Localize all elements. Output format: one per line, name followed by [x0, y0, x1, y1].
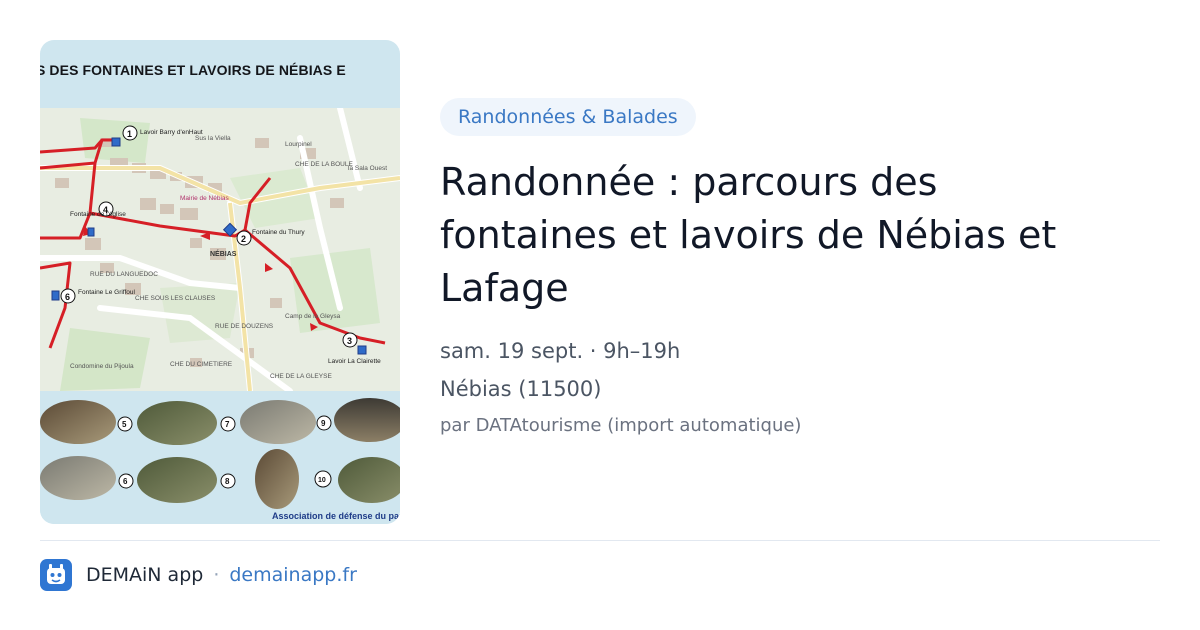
place-label: Mairie de Nébias — [180, 195, 230, 202]
app-logo-icon — [40, 559, 72, 591]
stop-label: Lavoir La Clairette — [328, 358, 381, 365]
event-location: Nébias (11500) — [440, 377, 602, 401]
footer: DEMAiN app · demainapp.fr — [40, 558, 357, 592]
street-label: CHE DE LA BOULE — [295, 161, 353, 168]
photo-number: 6 — [123, 477, 128, 486]
stop-label: Fontaine de l'église — [70, 211, 126, 218]
place-label: Sus la Viella — [195, 135, 231, 142]
photo — [137, 457, 217, 503]
stop-number: 3 — [347, 336, 352, 346]
association-credit: Association de défense du pat — [272, 511, 400, 521]
street-label: RUE DU LANGUEDOC — [90, 271, 158, 278]
street-label: RUE DE DOUZENS — [215, 323, 274, 330]
place-label: Lourpinel — [285, 141, 312, 148]
photo — [255, 449, 299, 509]
street-label: CHE SOUS LES CLAUSES — [135, 295, 216, 302]
photo — [40, 456, 116, 500]
photo — [338, 457, 400, 503]
street-label: CHE DE LA GLEYSE — [270, 373, 332, 380]
photo-number: 5 — [122, 420, 127, 429]
app-name: DEMAiN app — [86, 564, 204, 586]
event-author: par DATAtourisme (import automatique) — [440, 415, 802, 436]
stop-number: 2 — [241, 234, 246, 244]
stop-number: 6 — [65, 292, 70, 302]
photo — [40, 400, 116, 444]
photo-number: 8 — [225, 477, 230, 486]
place-label: Condomine du Pijoula — [70, 363, 134, 370]
app-domain-link[interactable]: demainapp.fr — [229, 564, 357, 586]
place-label: la Sala Ouest — [348, 165, 387, 172]
street-label: CHE DU CIMETIERE — [170, 361, 233, 368]
town-label: NÉBIAS — [210, 249, 237, 258]
stop-number: 1 — [127, 129, 132, 139]
route-map: 1 2 3 4 6 Lavoir Barry d'enHaut Fontaine… — [40, 108, 400, 391]
event-date: sam. 19 sept. · 9h–19h — [440, 339, 681, 363]
photo-number: 9 — [321, 419, 326, 428]
event-image[interactable]: S DES FONTAINES ET LAVOIRS DE NÉBIAS E 1… — [40, 40, 400, 524]
footer-separator: · — [213, 564, 220, 586]
place-label: Camp de la Gleysa — [285, 313, 341, 320]
footer-divider — [40, 540, 1160, 541]
photo — [240, 400, 316, 444]
photo-number: 7 — [225, 420, 230, 429]
stop-label: Fontaine du Thury — [252, 229, 305, 236]
photo-number: 10 — [318, 477, 326, 484]
event-title[interactable]: Randonnée : parcours des fontaines et la… — [440, 156, 1120, 315]
stop-label: Fontaine Le Griffoul — [78, 289, 136, 296]
poster-title: S DES FONTAINES ET LAVOIRS DE NÉBIAS E — [40, 62, 346, 78]
photo — [334, 398, 400, 442]
stop-label: Lavoir Barry d'enHaut — [140, 129, 203, 136]
event-details: Randonnées & Balades Randonnée : parcour… — [440, 98, 1140, 436]
photo-strip: 5 7 9 6 8 10 — [40, 391, 400, 524]
category-tag[interactable]: Randonnées & Balades — [440, 98, 696, 136]
photo — [137, 401, 217, 445]
